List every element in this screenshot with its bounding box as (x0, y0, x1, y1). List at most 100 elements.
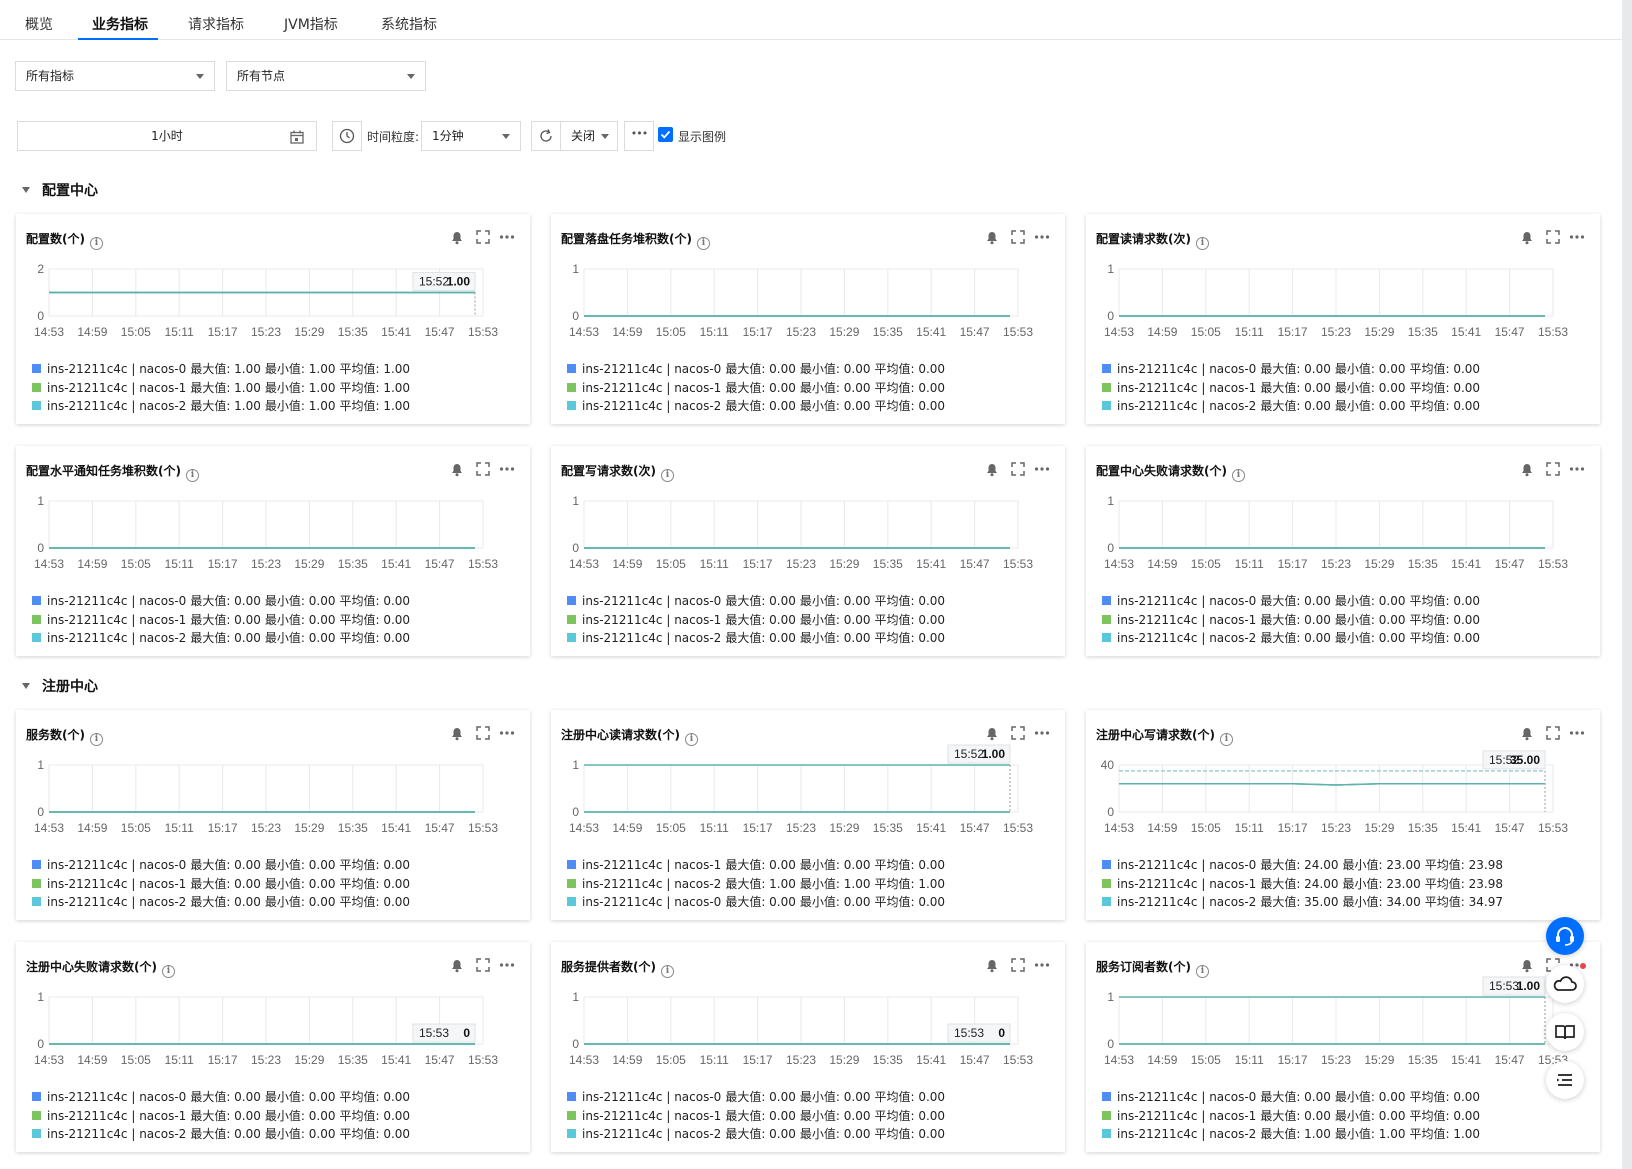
line-chart[interactable]: 40 0 14:53 14:59 15:05 15:11 15:17 15:23 15:29 15… (1086, 750, 1600, 848)
legend-item[interactable]: ins-21211c4c | nacos-0 最大值: 0.00 最小值: 0.00… (32, 592, 414, 611)
info-icon[interactable]: i (161, 965, 175, 978)
legend-item[interactable]: ins-21211c4c | nacos-0 最大值: 0.00 最小值: 0.00… (1102, 360, 1484, 379)
legend-item[interactable]: ins-21211c4c | nacos-0 最大值: 0.00 最小值: 0.00… (567, 893, 949, 912)
alarm-bell-icon[interactable] (448, 228, 466, 246)
clock-button[interactable] (332, 121, 362, 151)
info-icon[interactable]: i (1231, 469, 1245, 482)
fullscreen-icon[interactable] (474, 724, 492, 742)
alarm-bell-icon[interactable] (983, 724, 1001, 742)
legend-item[interactable]: ins-21211c4c | nacos-2 最大值: 0.00 最小值: 0.00… (32, 1125, 414, 1144)
legend-item[interactable]: ins-21211c4c | nacos-1 最大值: 0.00 最小值: 0.00… (567, 856, 949, 875)
legend-item[interactable]: ins-21211c4c | nacos-2 最大值: 0.00 最小值: 0.00… (1102, 629, 1484, 648)
line-chart[interactable]: 1 0 14:53 14:59 15:05 15:11 15:17 15:23 15:29 15:… (16, 990, 530, 1080)
info-icon[interactable]: i (89, 237, 103, 250)
tab-overview[interactable]: 概览 (25, 0, 53, 40)
more-icon[interactable] (1568, 724, 1586, 742)
legend-item[interactable]: ins-21211c4c | nacos-1 最大值: 0.00 最小值: 0.00… (32, 1107, 414, 1126)
more-icon[interactable] (1033, 228, 1051, 246)
info-icon[interactable]: i (1195, 965, 1209, 978)
legend-item[interactable]: ins-21211c4c | nacos-0 最大值: 0.00 最小值: 0.00… (567, 1088, 949, 1107)
info-icon[interactable]: i (696, 237, 710, 250)
docs-button[interactable] (1546, 1013, 1584, 1051)
alarm-bell-icon[interactable] (448, 724, 466, 742)
line-chart[interactable]: 1 0 14:53 14:59 15:05 15:11 15:17 15:23 15:29 15:… (16, 494, 530, 584)
info-icon[interactable]: i (1195, 237, 1209, 250)
info-icon[interactable]: i (660, 469, 674, 482)
legend-item[interactable]: ins-21211c4c | nacos-1 最大值: 0.00 最小值: 0.00… (32, 611, 414, 630)
legend-item[interactable]: ins-21211c4c | nacos-1 最大值: 1.00 最小值: 1.00… (32, 379, 414, 398)
refresh-button[interactable] (531, 121, 561, 151)
show-legend-checkbox[interactable] (658, 127, 673, 142)
line-chart[interactable]: 1 0 14:53 14:59 15:05 15:11 15:17 15:23 15:29 15:… (551, 262, 1065, 352)
fullscreen-icon[interactable] (1009, 460, 1027, 478)
line-chart[interactable]: 1 0 14:53 14:59 15:05 15:11 15:17 15:23 15:29 15:… (551, 990, 1065, 1080)
legend-item[interactable]: ins-21211c4c | nacos-2 最大值: 1.00 最小值: 1.00… (567, 875, 949, 894)
line-chart[interactable]: 1 0 14:53 14:59 15:05 15:11 15:17 15:23 15:29 15:… (1086, 262, 1600, 352)
cloud-button[interactable] (1546, 963, 1586, 1003)
tab-system-metrics[interactable]: 系统指标 (381, 0, 437, 40)
legend-item[interactable]: ins-21211c4c | nacos-2 最大值: 0.00 最小值: 0.00… (567, 629, 949, 648)
alarm-bell-icon[interactable] (1518, 724, 1536, 742)
legend-item[interactable]: ins-21211c4c | nacos-1 最大值: 24.00 最小值: 23.… (1102, 875, 1507, 894)
line-chart[interactable]: 1 0 14:53 14:59 15:05 15:11 15:17 15:23 15:29 15:… (16, 758, 530, 848)
alarm-bell-icon[interactable] (983, 460, 1001, 478)
more-icon[interactable] (1568, 228, 1586, 246)
fullscreen-icon[interactable] (474, 956, 492, 974)
more-icon[interactable] (498, 228, 516, 246)
line-chart[interactable]: 2 0 14:53 14:59 15:05 15:11 15:17 15:23 15:29 15:… (16, 262, 530, 352)
more-icon[interactable] (1568, 460, 1586, 478)
tab-request-metrics[interactable]: 请求指标 (188, 0, 244, 40)
metric-filter-select[interactable]: 所有指标 (15, 61, 215, 91)
alarm-bell-icon[interactable] (983, 956, 1001, 974)
legend-item[interactable]: ins-21211c4c | nacos-1 最大值: 0.00 最小值: 0.00… (567, 379, 949, 398)
support-button[interactable] (1546, 917, 1584, 955)
more-icon[interactable] (498, 724, 516, 742)
more-icon[interactable] (1033, 724, 1051, 742)
legend-item[interactable]: ins-21211c4c | nacos-0 最大值: 0.00 最小值: 0.00… (567, 360, 949, 379)
legend-item[interactable]: ins-21211c4c | nacos-0 最大值: 0.00 最小值: 0.00… (1102, 1088, 1484, 1107)
legend-item[interactable]: ins-21211c4c | nacos-1 最大值: 0.00 最小值: 0.00… (1102, 1107, 1484, 1126)
node-filter-select[interactable]: 所有节点 (226, 61, 426, 91)
legend-item[interactable]: ins-21211c4c | nacos-0 最大值: 0.00 最小值: 0.00… (567, 592, 949, 611)
legend-item[interactable]: ins-21211c4c | nacos-2 最大值: 0.00 最小值: 0.00… (567, 1125, 949, 1144)
legend-item[interactable]: ins-21211c4c | nacos-1 最大值: 0.00 最小值: 0.00… (567, 1107, 949, 1126)
tab-business-metrics[interactable]: 业务指标 (78, 0, 158, 40)
alarm-bell-icon[interactable] (1518, 460, 1536, 478)
alarm-bell-icon[interactable] (448, 460, 466, 478)
alarm-bell-icon[interactable] (1518, 956, 1536, 974)
more-icon[interactable] (1033, 460, 1051, 478)
section-title-registry-center[interactable]: 注册中心 (42, 676, 98, 696)
fullscreen-icon[interactable] (1544, 460, 1562, 478)
collapse-arrow-icon[interactable] (22, 683, 30, 689)
more-options-button[interactable]: ••• (624, 121, 654, 151)
info-icon[interactable]: i (185, 469, 199, 482)
auto-refresh-select[interactable]: 关闭 (560, 121, 618, 151)
tab-jvm-metrics[interactable]: JVM指标 (284, 0, 338, 40)
legend-item[interactable]: ins-21211c4c | nacos-1 最大值: 0.00 最小值: 0.00… (1102, 611, 1484, 630)
alarm-bell-icon[interactable] (1518, 228, 1536, 246)
legend-item[interactable]: ins-21211c4c | nacos-2 最大值: 0.00 最小值: 0.00… (32, 893, 414, 912)
info-icon[interactable]: i (1219, 733, 1233, 746)
more-icon[interactable] (498, 460, 516, 478)
more-icon[interactable] (1033, 956, 1051, 974)
legend-item[interactable]: ins-21211c4c | nacos-1 最大值: 0.00 最小值: 0.00… (1102, 379, 1484, 398)
alarm-bell-icon[interactable] (448, 956, 466, 974)
line-chart[interactable]: 1 0 14:53 14:59 15:05 15:11 15:17 15:23 15:29 15:… (1086, 976, 1600, 1080)
legend-item[interactable]: ins-21211c4c | nacos-0 最大值: 1.00 最小值: 1.00… (32, 360, 414, 379)
granularity-select[interactable]: 1分钟 (421, 121, 521, 151)
collapse-arrow-icon[interactable] (22, 187, 30, 193)
fullscreen-icon[interactable] (1544, 228, 1562, 246)
line-chart[interactable]: 1 0 14:53 14:59 15:05 15:11 15:17 15:23 15:29 15:… (1086, 494, 1600, 584)
legend-item[interactable]: ins-21211c4c | nacos-2 最大值: 1.00 最小值: 1.00… (32, 397, 414, 416)
time-range-picker[interactable]: 1小时 (17, 121, 317, 151)
legend-item[interactable]: ins-21211c4c | nacos-2 最大值: 1.00 最小值: 1.00… (1102, 1125, 1484, 1144)
fullscreen-icon[interactable] (1544, 724, 1562, 742)
info-icon[interactable]: i (89, 733, 103, 746)
legend-item[interactable]: ins-21211c4c | nacos-2 最大值: 0.00 最小值: 0.00… (567, 397, 949, 416)
fullscreen-icon[interactable] (474, 228, 492, 246)
line-chart[interactable]: 1 0 14:53 14:59 15:05 15:11 15:17 15:23 15:29 15:… (551, 744, 1065, 848)
legend-item[interactable]: ins-21211c4c | nacos-0 最大值: 0.00 最小值: 0.00… (32, 1088, 414, 1107)
legend-item[interactable]: ins-21211c4c | nacos-2 最大值: 0.00 最小值: 0.00… (1102, 397, 1484, 416)
legend-item[interactable]: ins-21211c4c | nacos-0 最大值: 24.00 最小值: 23.… (1102, 856, 1507, 875)
section-title-config-center[interactable]: 配置中心 (42, 180, 98, 200)
